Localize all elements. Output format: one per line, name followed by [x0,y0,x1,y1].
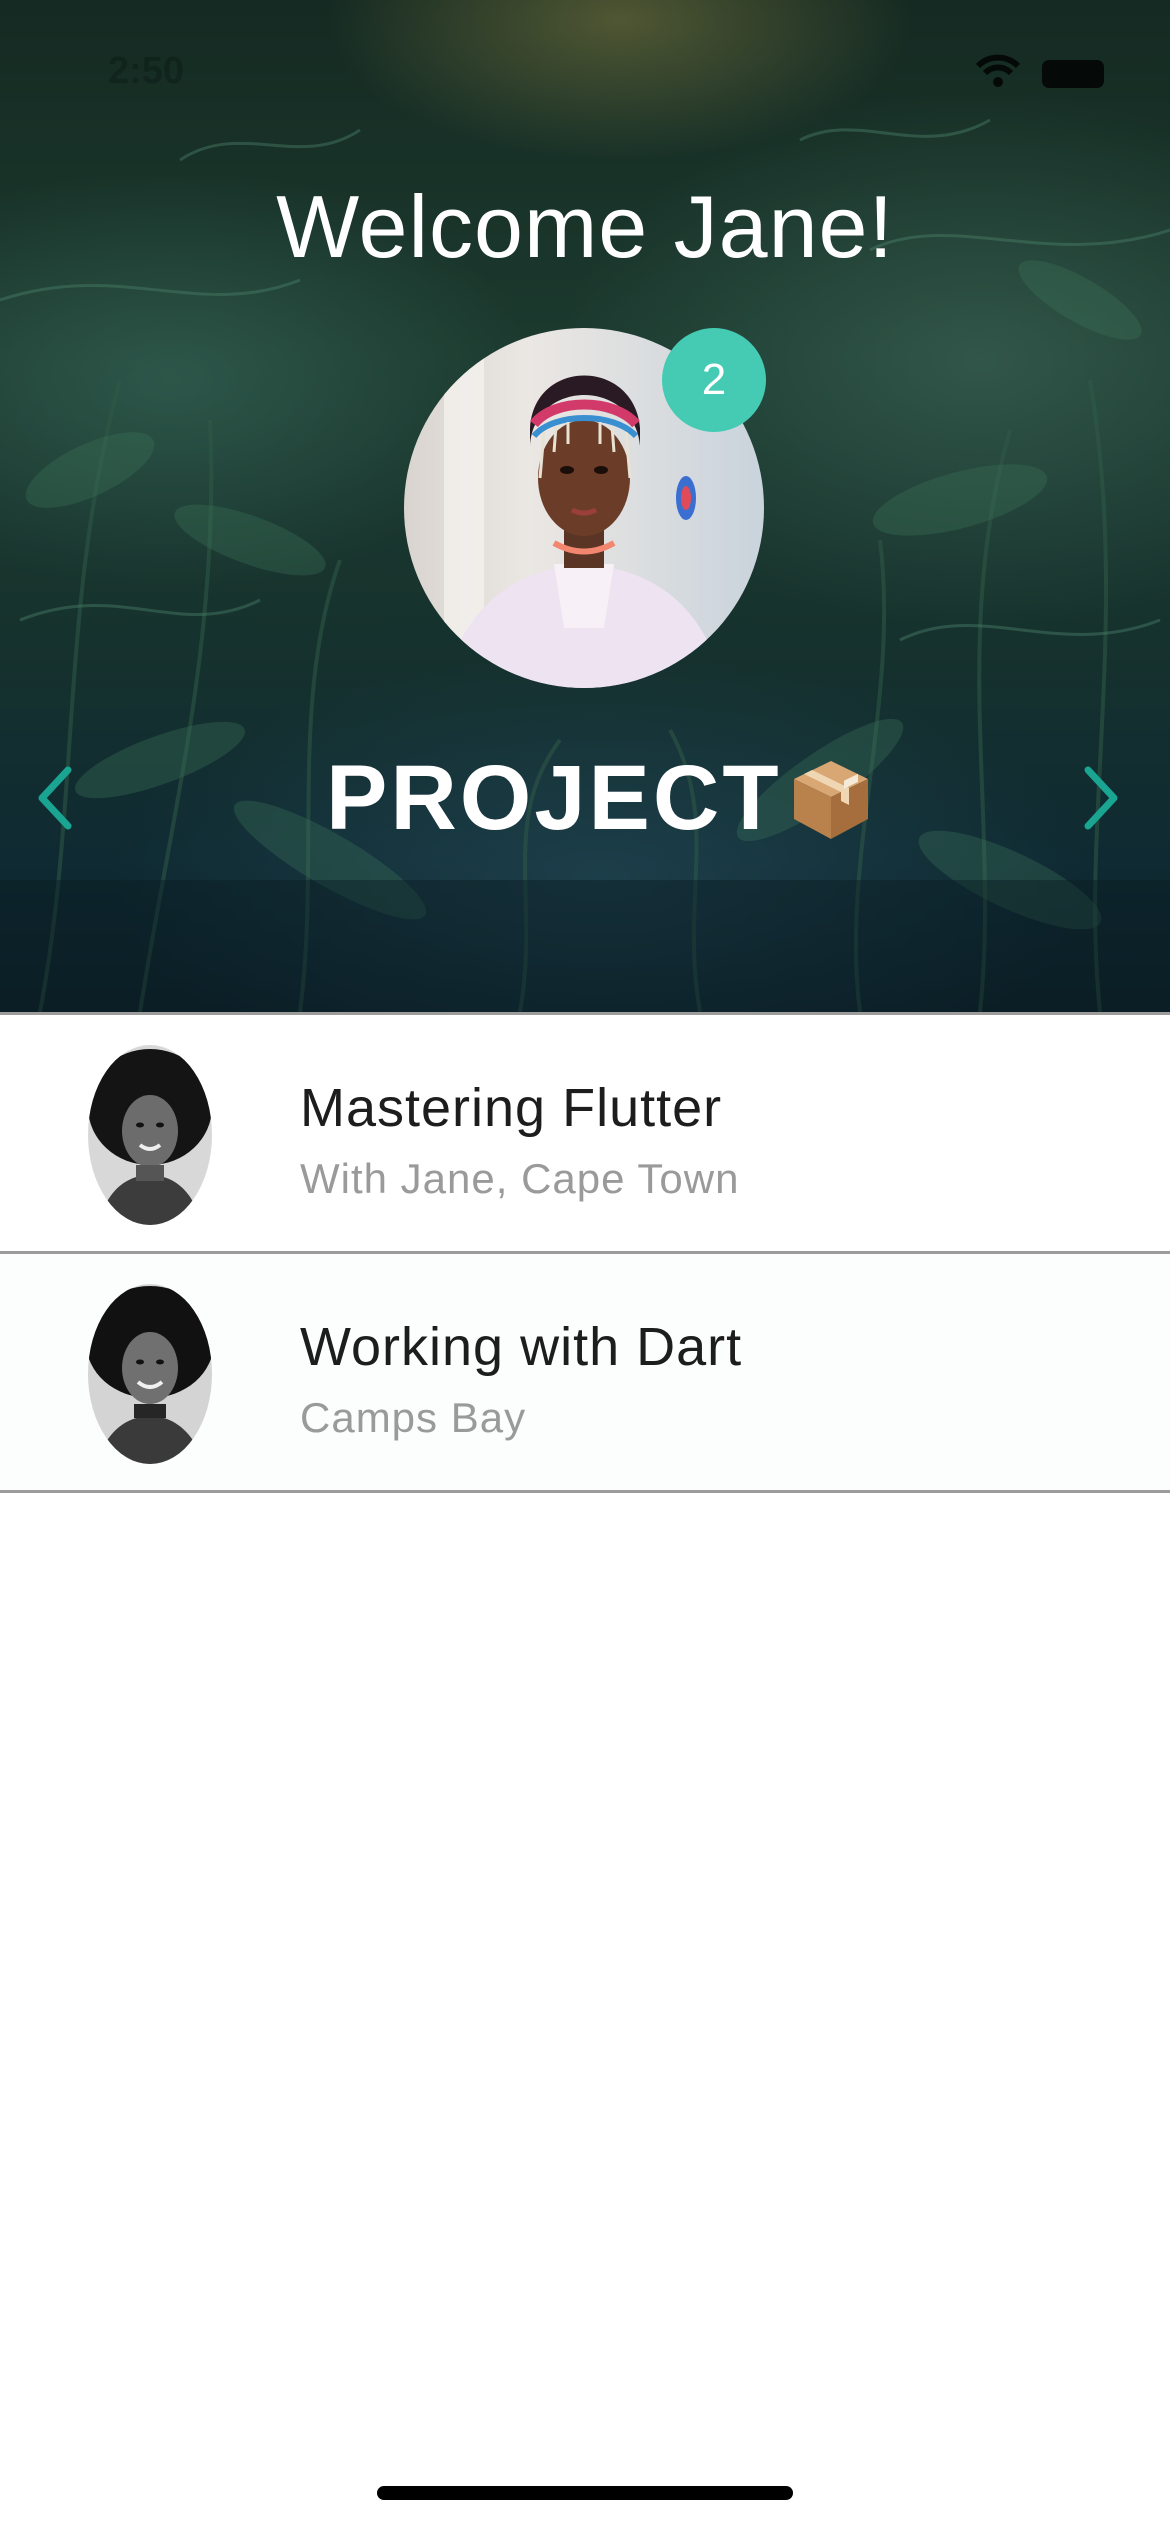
avatar [88,1284,212,1464]
list-item[interactable]: Working with Dart Camps Bay [0,1251,1170,1493]
header-background: 2:50 Welcome Jane! 2 PROJECT [0,0,1170,1012]
app-screen: 2:50 Welcome Jane! 2 PROJECT Mastering F… [0,0,1170,2532]
item-title: Mastering Flutter [300,1078,723,1138]
list-item[interactable]: Mastering Flutter With Jane, Cape Town [0,1012,1170,1251]
avatar [88,1045,212,1225]
battery-icon [1042,60,1104,88]
item-title: Working with Dart [300,1317,743,1377]
project-title: PROJECT [326,746,876,849]
welcome-heading: Welcome Jane! [276,177,894,276]
home-indicator[interactable] [377,2486,793,2500]
chevron-left-icon[interactable] [26,760,86,836]
project-title-text: PROJECT [326,746,782,849]
wifi-icon [975,54,1021,88]
project-list: Mastering Flutter With Jane, Cape Town W… [0,1012,1170,1493]
item-subtitle: Camps Bay [300,1394,527,1441]
status-time: 2:50 [108,50,185,92]
notification-badge[interactable]: 2 [662,328,766,432]
item-subtitle: With Jane, Cape Town [300,1155,740,1202]
package-box-icon [793,761,868,839]
chevron-right-icon[interactable] [1070,760,1130,836]
